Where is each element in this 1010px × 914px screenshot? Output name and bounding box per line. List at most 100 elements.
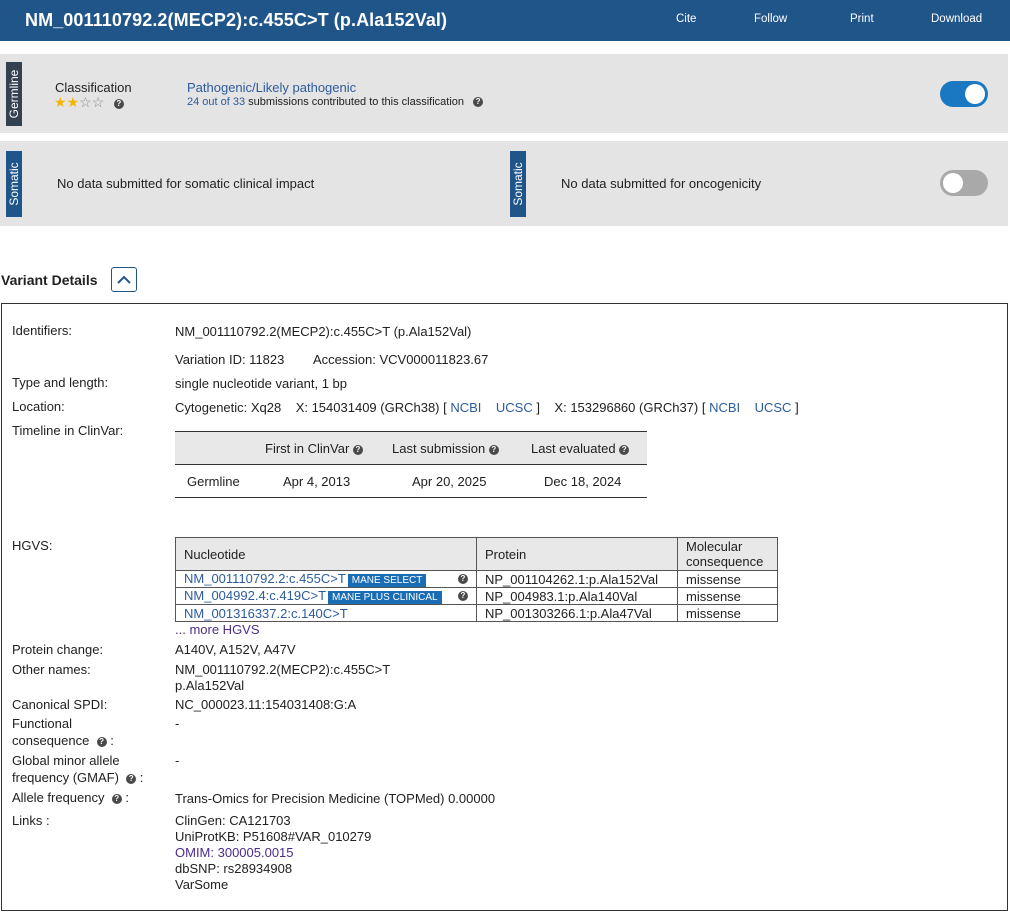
- more-hgvs-link[interactable]: ... more HGVS: [175, 622, 260, 638]
- help-icon[interactable]: ?: [488, 444, 499, 455]
- table-row: NM_001110792.2:c.455C>T MANE SELECT? NP_0…: [175, 570, 778, 588]
- links-label: Links :: [12, 813, 50, 828]
- omim-link[interactable]: OMIM: 300005.0015: [175, 845, 294, 861]
- print-button[interactable]: Print: [850, 13, 874, 25]
- allele-frequency-label: Allele frequency ? :: [12, 790, 129, 805]
- help-icon[interactable]: ?: [458, 591, 468, 602]
- hgvs-protein-cell: NP_001303266.1:p.Ala47Val: [476, 604, 678, 622]
- section-title: Variant Details: [1, 272, 98, 288]
- classification-link[interactable]: Pathogenic/Likely pathogenic: [187, 80, 356, 95]
- somatic-panel: Somatic No data submitted for somatic cl…: [0, 141, 1008, 226]
- chevron-up-icon: [117, 275, 131, 284]
- functional-consequence-label: Functional consequence ? :: [12, 716, 114, 748]
- ucsc-link[interactable]: UCSC: [496, 400, 533, 415]
- star-filled-icon: ★: [66, 94, 80, 110]
- grch38-position: X: 154031409 (GRCh38) [: [295, 400, 447, 415]
- timeline-header-cell: Last submission ?: [392, 441, 499, 456]
- help-icon[interactable]: ?: [619, 444, 630, 455]
- spdi-label: Canonical SPDI:: [12, 697, 108, 712]
- bracket-close: ]: [795, 400, 799, 415]
- type-label: Type and length:: [12, 375, 109, 390]
- timeline-cell: Apr 20, 2025: [412, 474, 487, 489]
- submissions-text: submissions contributed to this classifi…: [248, 96, 464, 108]
- accession: Accession: VCV000011823.67: [313, 352, 489, 367]
- ncbi-link[interactable]: NCBI: [709, 400, 740, 415]
- hgvs-header-cell: Nucleotide: [175, 537, 477, 571]
- submissions-link[interactable]: 24 out of 33: [187, 96, 245, 108]
- identifiers-label: Identifiers:: [12, 323, 72, 338]
- location-value: Cytogenetic: Xq28 X: 154031409 (GRCh38) …: [175, 400, 799, 416]
- star-empty-icon: ☆: [91, 94, 105, 110]
- hgvs-protein-cell: NP_001104262.1:p.Ala152Val: [476, 570, 678, 588]
- collapse-button[interactable]: [111, 267, 137, 292]
- location-label: Location:: [12, 399, 65, 414]
- mane-badge: MANE PLUS CLINICAL: [328, 590, 442, 604]
- follow-button[interactable]: Follow: [754, 13, 787, 25]
- germline-panel: Germline Classification ★★☆☆ ? Pathogeni…: [0, 54, 1008, 133]
- hgvs-protein-cell: NP_004983.1:p.Ala140Val: [476, 587, 678, 605]
- somatic-toggle[interactable]: [940, 170, 988, 196]
- ncbi-link[interactable]: NCBI: [450, 400, 481, 415]
- other-name: NM_001110792.2(MECP2):c.455C>T: [175, 662, 391, 677]
- help-icon[interactable]: ?: [458, 574, 468, 585]
- toggle-knob: [965, 84, 985, 104]
- gmaf-label: Global minor allele frequency (GMAF) ? :: [12, 753, 144, 785]
- protein-change-value: A140V, A152V, A47V: [175, 642, 296, 657]
- other-names-label: Other names:: [12, 662, 91, 677]
- help-icon[interactable]: ?: [111, 793, 122, 804]
- hgvs-consequence-cell: missense: [677, 604, 778, 622]
- grch37-position: X: 153296860 (GRCh37) [: [554, 400, 706, 415]
- bracket-close: ]: [536, 400, 540, 415]
- variation-id: Variation ID: 11823: [175, 352, 285, 367]
- oncogenicity-text: No data submitted for oncogenicity: [561, 176, 762, 191]
- download-button[interactable]: Download: [931, 13, 982, 25]
- germline-toggle[interactable]: [940, 81, 988, 107]
- hgvs-table: Nucleotide Protein Molecular consequence…: [175, 537, 778, 622]
- table-row: NM_001316337.2:c.140C>T NP_001303266.1:p…: [175, 604, 778, 622]
- help-icon[interactable]: ?: [113, 98, 124, 109]
- nucleotide-link[interactable]: NM_001110792.2:c.455C>T: [184, 571, 346, 586]
- identifiers-value: NM_001110792.2(MECP2):c.455C>T (p.Ala152…: [175, 324, 472, 339]
- timeline-divider: [175, 497, 647, 498]
- hgvs-nucleotide-cell: NM_001110792.2:c.455C>T MANE SELECT?: [175, 570, 477, 588]
- page-title: NM_001110792.2(MECP2):c.455C>T (p.Ala152…: [25, 10, 448, 30]
- somatic-tab: Somatic: [6, 151, 22, 217]
- table-row: NM_004992.4:c.419C>T MANE PLUS CLINICAL? …: [175, 587, 778, 605]
- submissions-summary: 24 out of 33 submissions contributed to …: [187, 96, 484, 108]
- timeline-header-cell: First in ClinVar ?: [265, 441, 363, 456]
- help-icon[interactable]: ?: [96, 736, 107, 747]
- varsome-link[interactable]: VarSome: [175, 877, 228, 893]
- hgvs-consequence-cell: missense: [677, 570, 778, 588]
- timeline-header-cell: Last evaluated ?: [531, 441, 630, 456]
- somatic-impact-text: No data submitted for somatic clinical i…: [57, 176, 315, 191]
- spdi-value: NC_000023.11:154031408:G:A: [175, 697, 357, 712]
- uniprot-link[interactable]: UniProtKB: P51608#VAR_010279: [175, 829, 371, 845]
- timeline-label: Timeline in ClinVar:: [12, 423, 124, 438]
- hgvs-consequence-cell: missense: [677, 587, 778, 605]
- review-stars: ★★☆☆ ?: [54, 95, 124, 110]
- protein-change-label: Protein change:: [12, 642, 104, 657]
- functional-consequence-value: -: [175, 716, 180, 731]
- clingen-link[interactable]: ClinGen: CA121703: [175, 813, 291, 829]
- nucleotide-link[interactable]: NM_001316337.2:c.140C>T: [184, 606, 348, 621]
- star-filled-icon: ★: [54, 94, 67, 110]
- help-icon[interactable]: ?: [473, 97, 484, 108]
- classification-label: Classification: [55, 80, 132, 95]
- toggle-knob: [943, 173, 963, 193]
- mane-badge: MANE SELECT: [347, 573, 427, 587]
- help-icon[interactable]: ?: [352, 444, 363, 455]
- germline-tab: Germline: [6, 62, 22, 126]
- timeline-row-label: Germline: [187, 474, 240, 489]
- page-header: NM_001110792.2(MECP2):c.455C>T (p.Ala152…: [0, 0, 1010, 41]
- type-value: single nucleotide variant, 1 bp: [175, 376, 348, 391]
- nucleotide-link[interactable]: NM_004992.4:c.419C>T: [184, 588, 326, 603]
- hgvs-nucleotide-cell: NM_001316337.2:c.140C>T: [175, 604, 477, 622]
- hgvs-header-cell: Molecular consequence: [677, 537, 778, 571]
- ucsc-link[interactable]: UCSC: [755, 400, 792, 415]
- cytogenetic: Cytogenetic: Xq28: [175, 400, 282, 415]
- star-empty-icon: ☆: [79, 94, 92, 110]
- cite-button[interactable]: Cite: [676, 13, 696, 25]
- help-icon[interactable]: ?: [126, 773, 137, 784]
- dbsnp-link[interactable]: dbSNP: rs28934908: [175, 861, 292, 877]
- allele-frequency-value: Trans-Omics for Precision Medicine (TOPM…: [175, 791, 496, 806]
